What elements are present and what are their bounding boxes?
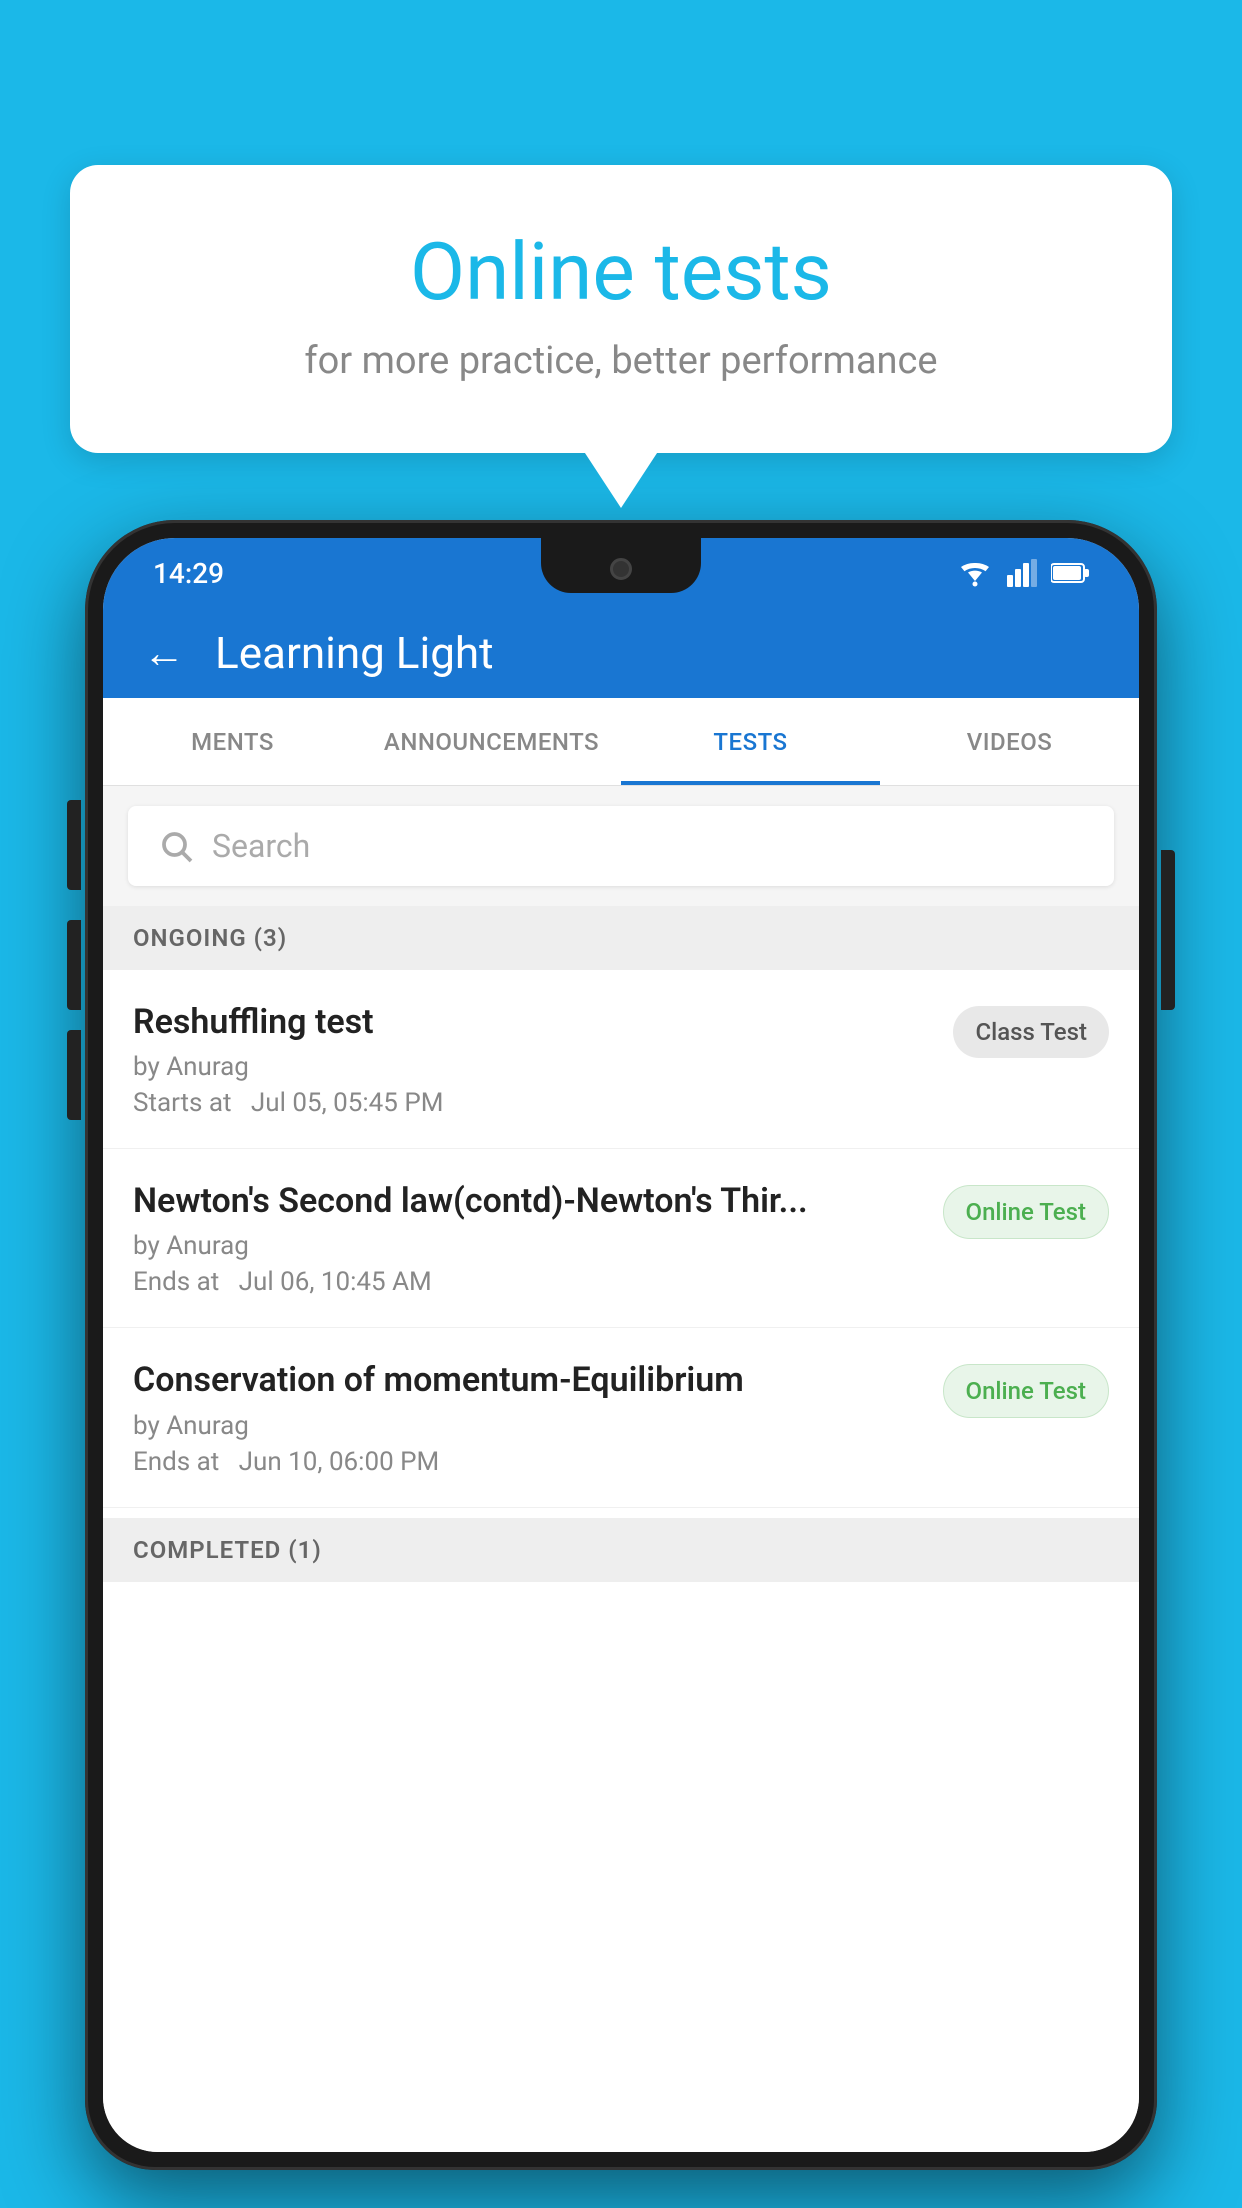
phone-frame: 14:29 [85,520,1157,2170]
tab-announcements[interactable]: ANNOUNCEMENTS [362,698,621,785]
test-item[interactable]: Conservation of momentum-Equilibrium by … [103,1328,1139,1507]
test-item[interactable]: Newton's Second law(contd)-Newton's Thir… [103,1149,1139,1328]
battery-icon [1051,562,1089,584]
back-button[interactable]: ← [143,629,185,678]
tab-ments[interactable]: MENTS [103,698,362,785]
status-icons [957,559,1089,587]
speech-bubble: Online tests for more practice, better p… [70,165,1172,453]
test-date: Starts at Jul 05, 05:45 PM [133,1088,933,1118]
wifi-icon [957,559,993,587]
test-name: Conservation of momentum-Equilibrium [133,1358,923,1402]
test-name: Newton's Second law(contd)-Newton's Thir… [133,1179,923,1223]
test-name: Reshuffling test [133,1000,933,1044]
status-time: 14:29 [153,557,224,590]
test-author: by Anurag [133,1231,923,1261]
search-bar[interactable]: Search [128,806,1114,886]
test-date: Ends at Jul 06, 10:45 AM [133,1267,923,1297]
bubble-subtitle: for more practice, better performance [140,339,1102,383]
camera [610,558,632,580]
test-date: Ends at Jun 10, 06:00 PM [133,1447,923,1477]
main-content: ONGOING (3) Reshuffling test by Anurag S… [103,906,1139,2152]
test-badge-online-test: Online Test [943,1185,1109,1239]
tab-bar: MENTS ANNOUNCEMENTS TESTS VIDEOS [103,698,1139,786]
bubble-title: Online tests [140,225,1102,319]
test-author: by Anurag [133,1411,923,1441]
test-info: Conservation of momentum-Equilibrium by … [133,1358,923,1476]
signal-icon [1007,559,1037,587]
completed-section-header: COMPLETED (1) [103,1518,1139,1582]
test-info: Newton's Second law(contd)-Newton's Thir… [133,1179,923,1297]
phone-container: 14:29 [85,520,1157,2208]
test-item[interactable]: Reshuffling test by Anurag Starts at Jul… [103,970,1139,1149]
test-badge-class-test: Class Test [953,1006,1109,1058]
search-placeholder: Search [212,827,310,865]
test-author: by Anurag [133,1052,933,1082]
test-badge-online-test: Online Test [943,1364,1109,1418]
speech-bubble-container: Online tests for more practice, better p… [70,165,1172,453]
tab-videos[interactable]: VIDEOS [880,698,1139,785]
test-list: Reshuffling test by Anurag Starts at Jul… [103,970,1139,2152]
test-info: Reshuffling test by Anurag Starts at Jul… [133,1000,933,1118]
search-icon [158,828,194,864]
app-title: Learning Light [215,627,494,679]
ongoing-section-header: ONGOING (3) [103,906,1139,970]
app-header: ← Learning Light [103,608,1139,698]
tab-tests[interactable]: TESTS [621,698,880,785]
search-container: Search [103,786,1139,906]
phone-screen: 14:29 [103,538,1139,2152]
notch [541,538,701,593]
